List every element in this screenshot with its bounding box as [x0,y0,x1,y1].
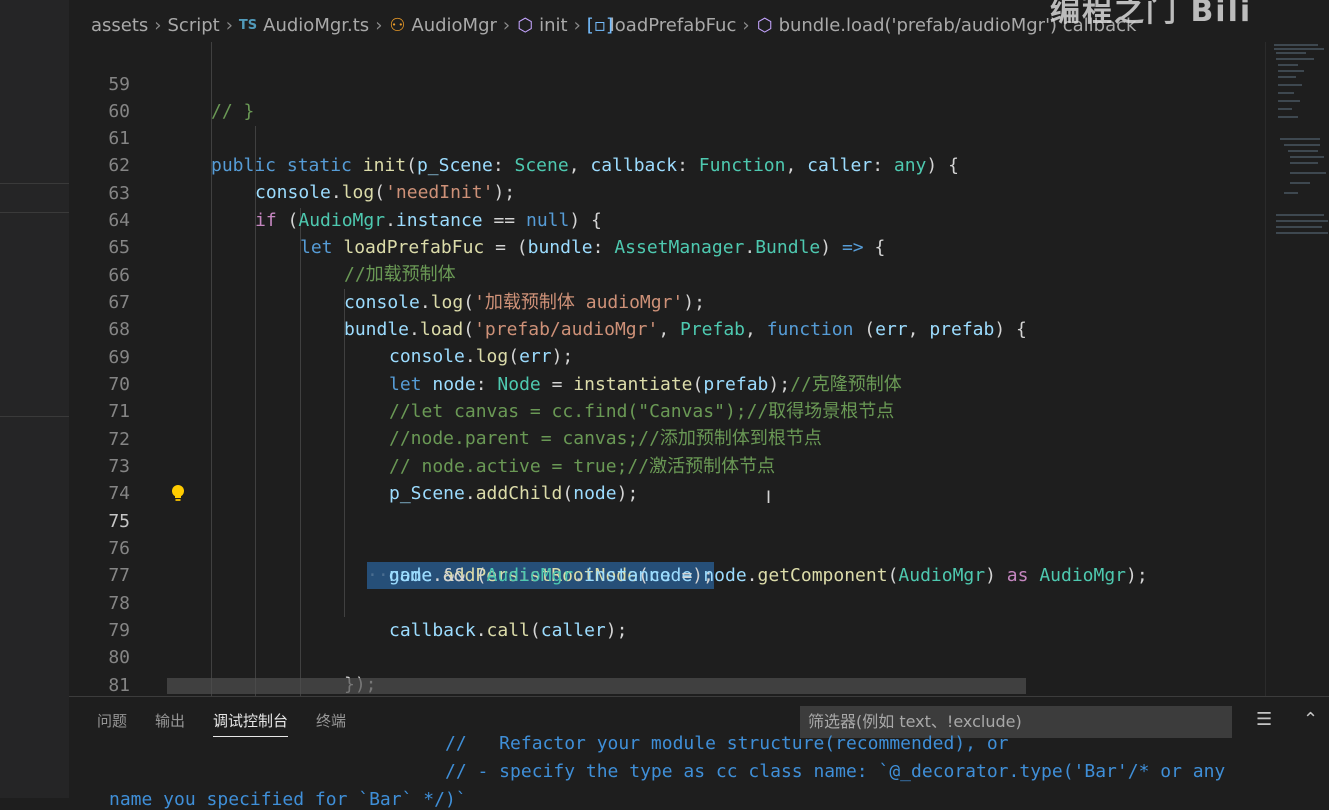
minimap-line [1274,44,1318,46]
minimap-line [1274,48,1324,50]
breadcrumb-item-file[interactable]: AudioMgr.ts [263,15,369,36]
panel-tabs: 问题 输出 调试控制台 终端 [97,697,374,745]
tab-terminal[interactable]: 终端 [316,697,346,745]
minimap-line [1290,162,1318,164]
symbol-variable-icon: [▫] [586,14,614,36]
typescript-file-icon: TS [238,17,258,33]
minimap[interactable] [1265,42,1329,696]
code-line[interactable]: 63 if (AudioMgr.instance == null) { [69,153,1265,231]
code-line[interactable]: 79 [69,590,1265,641]
code-line[interactable]: 64 let loadPrefabFuc = (bundle: AssetMan… [69,180,1265,258]
tab-debug-console[interactable]: 调试控制台 [213,697,289,745]
code-line[interactable]: 62 console.log('needInit'); [69,125,1265,203]
sidebar-divider [0,212,69,213]
code-line[interactable]: 76 node && (AudioMgr.instance = node.get… [69,508,1265,586]
minimap-line [1284,192,1298,194]
code-line[interactable]: 61 public static init(p_Scene: Scene, ca… [69,98,1265,176]
chevron-right-icon: › [375,14,383,36]
code-line[interactable]: 67 bundle.load('prefab/audioMgr', Prefab… [69,262,1265,340]
minimap-line [1276,214,1324,216]
minimap-line [1276,220,1328,222]
chevron-right-icon: › [225,14,233,36]
breadcrumb-item-class[interactable]: AudioMgr [411,15,497,36]
code-line[interactable]: 71 //node.parent = canvas;//添加预制体到根节点 [69,371,1265,449]
minimap-line [1278,100,1300,102]
chevron-up-icon[interactable]: ⌃ [1303,709,1318,730]
minimap-line [1288,150,1318,152]
chevron-right-icon: › [502,14,511,36]
chevron-right-icon: › [154,14,162,36]
code-editor[interactable]: 59 // } 60 61 public static init(p_Scene… [69,42,1265,696]
minimap-line [1278,76,1296,78]
bottom-panel: 问题 输出 调试控制台 终端 ☰ ⌃ // Refactor your modu… [69,696,1329,810]
minimap-line [1278,116,1298,118]
code-line[interactable]: 65 //加载预制体 [69,207,1265,285]
minimap-line [1290,182,1310,184]
minimap-line [1278,92,1294,94]
code-line[interactable]: 74 [69,453,1265,504]
symbol-class-icon: ⚇ [389,14,406,36]
watermark: 编程之门 Bili [1050,0,1253,29]
minimap-line [1276,58,1314,60]
breadcrumb-item-assets[interactable]: assets [91,15,148,36]
code-line-current[interactable]: 75 ··game.addPersistRootNode(node); I [69,481,1265,589]
chevron-right-icon: › [573,14,581,36]
activity-sidebar [0,0,69,798]
minimap-line [1290,156,1324,158]
minimap-line [1280,138,1320,140]
minimap-line [1276,226,1322,228]
symbol-method-icon: ⬡ [756,14,773,36]
breadcrumb-item-method[interactable]: init [539,15,567,36]
minimap-line [1278,84,1302,86]
code-line[interactable]: 68 console.log(err); [69,289,1265,367]
lightbulb-icon[interactable] [170,484,186,502]
code-line[interactable]: 60 [69,71,1265,122]
console-output-line: // - specify the type as cc class name: … [445,761,1226,782]
code-line[interactable]: 70 //let canvas = cc.find("Canvas");//取得… [69,344,1265,422]
console-output-line: name you specified for `Bar` */)` [109,789,467,810]
breadcrumb-item-variable[interactable]: loadPrefabFuc [610,15,737,36]
minimap-line [1278,64,1298,66]
code-line[interactable]: 69 let node: Node = instantiate(prefab);… [69,317,1265,395]
sidebar-divider [0,183,69,184]
minimap-line [1276,52,1306,54]
code-line[interactable]: 77 [69,535,1265,586]
clear-console-icon[interactable]: ☰ [1256,709,1272,730]
minimap-line [1278,108,1292,110]
minimap-line [1290,172,1326,174]
code-line[interactable]: 73 p_Scene.addChild(node); [69,426,1265,504]
breadcrumb-item-script[interactable]: Script [168,15,220,36]
code-line[interactable]: 66 console.log('加载预制体 audioMgr'); [69,235,1265,313]
chevron-right-icon: › [742,14,750,36]
horizontal-scrollbar[interactable] [167,678,1026,694]
code-line[interactable]: 81 } [69,645,1265,696]
tab-problems[interactable]: 问题 [97,697,127,745]
code-line[interactable]: 59 // } [69,44,1265,122]
console-output-line: // Refactor your module structure(recomm… [445,733,1009,754]
symbol-method-icon: ⬡ [517,14,533,36]
minimap-line [1284,144,1320,146]
minimap-line [1276,232,1328,234]
code-line[interactable]: 80 }); [69,617,1265,695]
code-line[interactable]: 72 // node.active = true;//激活预制体节点 [69,399,1265,477]
minimap-line [1278,70,1304,72]
code-line[interactable]: 78 callback.call(caller); [69,563,1265,641]
tab-output[interactable]: 输出 [155,697,185,745]
sidebar-divider [0,416,69,417]
